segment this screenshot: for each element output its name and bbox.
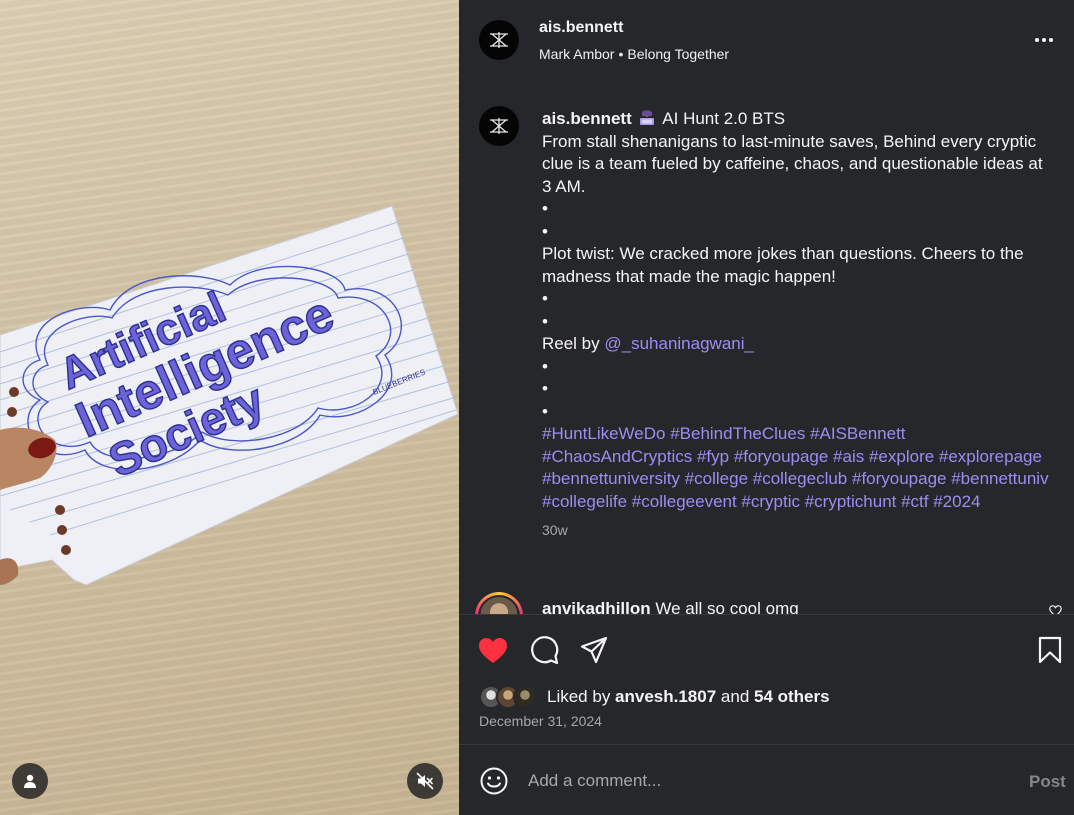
caption-title: AI Hunt 2.0 BTS: [662, 109, 786, 128]
like-button[interactable]: [477, 634, 509, 666]
comment-body: anvikadhillon We all so cool omg: [542, 599, 799, 614]
share-button[interactable]: [578, 634, 610, 666]
separator-dot: •: [618, 46, 624, 62]
comment-button[interactable]: [528, 634, 560, 666]
more-horizontal-icon: [1035, 38, 1039, 42]
comment-input[interactable]: [528, 767, 1008, 795]
ais-logo-icon: [490, 32, 508, 48]
post-caption: ais.bennett AI Hunt 2.0 BTS From stall s…: [542, 108, 1052, 542]
liker-username[interactable]: anvesh.1807: [615, 687, 716, 706]
ais-logo-icon: [490, 118, 508, 134]
reel-by-label: Reel by: [542, 334, 605, 353]
caption-bullet: •: [542, 356, 548, 376]
section-divider: [459, 614, 1074, 615]
post-header: ais.bennett Mark Ambor • Belong Together: [459, 0, 1074, 82]
speaker-muted-icon: [416, 772, 434, 790]
likes-text: Liked by anvesh.1807 and 54 others: [547, 687, 830, 706]
post-author-username[interactable]: ais.bennett: [539, 19, 623, 37]
heart-filled-icon: [479, 637, 507, 663]
post-details-panel: ais.bennett Mark Ambor • Belong Together a…: [459, 0, 1074, 815]
post-action-bar: [459, 626, 1074, 674]
bookmark-icon: [1038, 636, 1062, 664]
caption-author-username[interactable]: ais.bennett: [542, 109, 632, 128]
likes-summary: Liked by anvesh.1807 and 54 others: [479, 684, 830, 710]
speech-bubble-icon: [531, 636, 559, 665]
audio-track[interactable]: Belong Together: [627, 46, 729, 62]
tagged-people-button[interactable]: [12, 763, 48, 799]
emoji-picker-icon[interactable]: [479, 766, 509, 796]
commenter-username[interactable]: anvikadhillon: [542, 599, 651, 614]
hashtag-links[interactable]: #HuntLikeWeDo #BehindTheClues #AISBennet…: [542, 423, 1052, 513]
caption-bullet: •: [542, 221, 548, 241]
comments-scroll-area[interactable]: ais.bennett AI Hunt 2.0 BTS From stall s…: [459, 82, 1074, 614]
liker-avatars[interactable]: [479, 684, 541, 710]
caption-paragraph: From stall shenanigans to last-minute sa…: [542, 131, 1043, 196]
post-media[interactable]: Artificial Intelligence Society BLUEBERR…: [0, 0, 459, 815]
profile-avatar[interactable]: [479, 20, 519, 60]
person-at-computer-emoji-icon: [640, 110, 655, 125]
liker-avatar: [513, 685, 537, 709]
more-options-button[interactable]: [1035, 38, 1059, 46]
comment-text: We all so cool omg: [655, 599, 799, 614]
caption-bullet: •: [542, 379, 548, 398]
caption-bullet: •: [542, 199, 548, 218]
post-comment-button[interactable]: Post: [1029, 772, 1066, 792]
mute-toggle-button[interactable]: [407, 763, 443, 799]
comment-item: anvikadhillon We all so cool omg: [459, 587, 1074, 614]
post-date[interactable]: December 31, 2024: [479, 713, 602, 729]
person-icon: [24, 774, 36, 788]
save-button[interactable]: [1034, 634, 1066, 666]
caption-bullet: •: [542, 401, 548, 421]
audio-attribution[interactable]: Mark Ambor • Belong Together: [539, 46, 729, 62]
caption-timestamp[interactable]: 30w: [542, 519, 1052, 542]
caption-author-avatar[interactable]: [479, 106, 519, 146]
mention-link[interactable]: @_suhaninagwani_: [604, 334, 754, 353]
audio-artist[interactable]: Mark Ambor: [539, 46, 614, 62]
add-comment-bar: Post: [459, 745, 1074, 815]
paper-plane-icon: [580, 636, 608, 664]
caption-bullet: •: [542, 289, 548, 308]
caption-paragraph: Plot twist: We cracked more jokes than q…: [542, 244, 1024, 286]
caption-bullet: •: [542, 311, 548, 331]
comment-heart-icon[interactable]: [1049, 605, 1062, 614]
commenter-avatar[interactable]: [475, 592, 523, 614]
likes-count-link[interactable]: 54 others: [754, 687, 830, 706]
video-frame: Artificial Intelligence Society BLUEBERR…: [0, 205, 459, 586]
